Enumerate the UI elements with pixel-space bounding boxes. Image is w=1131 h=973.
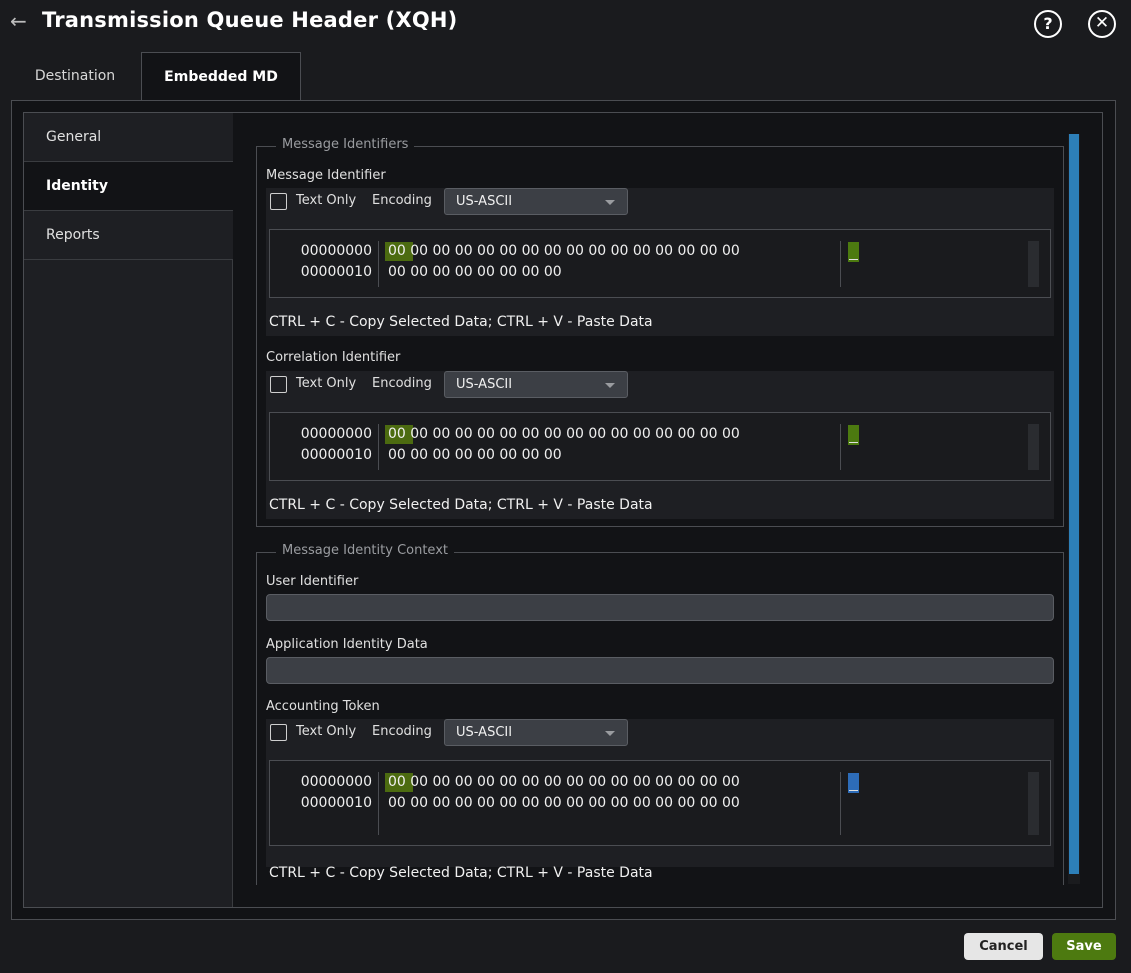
editor-toolbar: Text Only Encoding US-ASCII <box>266 371 1054 399</box>
clipboard-hint: CTRL + C - Copy Selected Data; CTRL + V … <box>269 497 653 513</box>
editor-toolbar: Text Only Encoding US-ASCII <box>266 188 1054 216</box>
content-scrollbar-thumb[interactable] <box>1069 134 1079 874</box>
encoding-select[interactable]: US-ASCII <box>444 719 628 746</box>
correlation-identifier-editor: Text Only Encoding US-ASCII 00000000 000… <box>266 371 1054 519</box>
hex-scrollbar[interactable] <box>1028 772 1039 835</box>
hex-bytes[interactable]: 00 00 00 00 00 00 00 00 00 00 00 00 00 0… <box>388 241 841 287</box>
cancel-button[interactable]: Cancel <box>964 933 1043 960</box>
ascii-caret <box>848 242 859 262</box>
encoding-select-value: US-ASCII <box>456 377 513 392</box>
accounting-token-label: Accounting Token <box>266 699 380 714</box>
hex-scrollbar[interactable] <box>1028 241 1039 287</box>
side-nav: General Identity Reports <box>24 113 233 907</box>
text-only-checkbox[interactable] <box>270 376 287 393</box>
message-identity-context-legend: Message Identity Context <box>276 543 454 558</box>
text-only-label: Text Only <box>296 724 357 739</box>
message-identifier-label: Message Identifier <box>266 168 386 183</box>
correlation-identifier-label: Correlation Identifier <box>266 350 401 365</box>
sidenav-item-general[interactable]: General <box>24 113 233 162</box>
hex-editor[interactable]: 00000000 00000010 00 00 00 00 00 00 00 0… <box>269 760 1051 846</box>
editor-toolbar: Text Only Encoding US-ASCII <box>266 719 1054 747</box>
hex-offsets: 00000000 00000010 <box>270 424 379 470</box>
hex-offsets: 00000000 00000010 <box>270 772 379 835</box>
hex-scrollbar[interactable] <box>1028 424 1039 470</box>
message-identifiers-legend: Message Identifiers <box>276 137 415 152</box>
help-icon[interactable]: ? <box>1034 10 1062 38</box>
chevron-down-icon <box>605 200 615 205</box>
text-only-label: Text Only <box>296 193 357 208</box>
encoding-select-value: US-ASCII <box>456 194 513 209</box>
save-button[interactable]: Save <box>1052 933 1116 960</box>
user-identifier-label: User Identifier <box>266 574 359 589</box>
text-only-checkbox[interactable] <box>270 193 287 210</box>
text-only-checkbox[interactable] <box>270 724 287 741</box>
application-identity-data-label: Application Identity Data <box>266 637 428 652</box>
ascii-caret <box>848 425 859 445</box>
tab-embedded-md[interactable]: Embedded MD <box>141 52 301 102</box>
hex-offsets: 00000000 00000010 <box>270 241 379 287</box>
chevron-down-icon <box>605 383 615 388</box>
user-identifier-input[interactable] <box>266 594 1054 621</box>
page-title: Transmission Queue Header (XQH) <box>42 8 458 32</box>
tab-destination[interactable]: Destination <box>14 52 136 100</box>
encoding-select[interactable]: US-ASCII <box>444 188 628 215</box>
encoding-select-value: US-ASCII <box>456 725 513 740</box>
encoding-label: Encoding <box>372 193 432 208</box>
accounting-token-editor: Text Only Encoding US-ASCII 00000000 000… <box>266 719 1054 881</box>
sidenav-item-identity[interactable]: Identity <box>24 162 233 211</box>
hex-bytes[interactable]: 00 00 00 00 00 00 00 00 00 00 00 00 00 0… <box>388 772 841 835</box>
hex-editor[interactable]: 00000000 00000010 00 00 00 00 00 00 00 0… <box>269 229 1051 298</box>
hex-editor[interactable]: 00000000 00000010 00 00 00 00 00 00 00 0… <box>269 412 1051 481</box>
text-only-label: Text Only <box>296 376 357 391</box>
close-icon[interactable]: ✕ <box>1088 10 1116 38</box>
back-arrow-icon[interactable]: ← <box>10 10 32 32</box>
message-identifier-editor: Text Only Encoding US-ASCII 00000000 000… <box>266 188 1054 336</box>
chevron-down-icon <box>605 731 615 736</box>
ascii-caret <box>848 773 859 793</box>
identity-content: Message Identifiers Message Identifier T… <box>234 113 1068 885</box>
clipboard-hint: CTRL + C - Copy Selected Data; CTRL + V … <box>269 865 653 881</box>
encoding-select[interactable]: US-ASCII <box>444 371 628 398</box>
clipboard-hint: CTRL + C - Copy Selected Data; CTRL + V … <box>269 314 653 330</box>
application-identity-data-input[interactable] <box>266 657 1054 684</box>
encoding-label: Encoding <box>372 724 432 739</box>
encoding-label: Encoding <box>372 376 432 391</box>
sidenav-item-reports[interactable]: Reports <box>24 211 233 260</box>
hex-bytes[interactable]: 00 00 00 00 00 00 00 00 00 00 00 00 00 0… <box>388 424 841 470</box>
